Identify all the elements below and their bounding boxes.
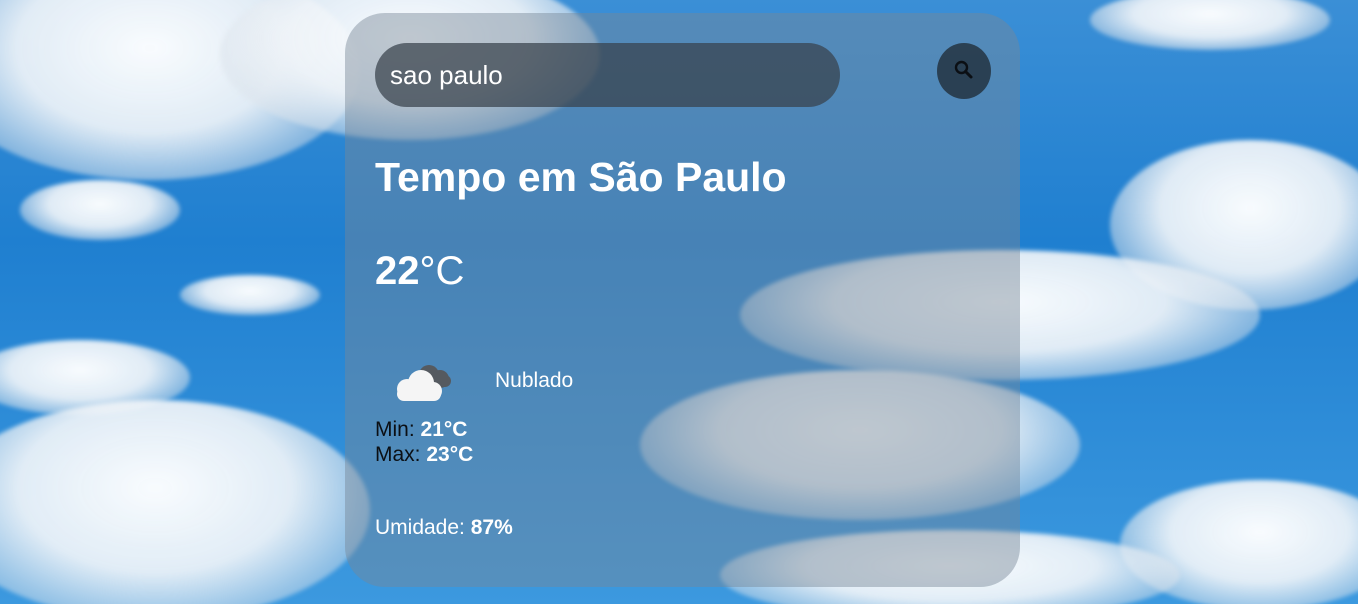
- max-value: 23°C: [426, 443, 474, 467]
- min-label: Min:: [375, 418, 415, 442]
- temperature: 22°C: [375, 251, 990, 291]
- search-icon: [953, 59, 975, 84]
- min-max: Min: 21°C Max: 23°C: [375, 417, 990, 467]
- temperature-value: 22: [375, 249, 420, 294]
- weather-description: Nublado: [495, 369, 574, 393]
- city-title: Tempo em São Paulo: [375, 154, 787, 200]
- humidity-value: 87%: [470, 515, 513, 539]
- min-temp: Min: 21°C: [375, 417, 990, 442]
- cloudy-icon: [385, 359, 455, 407]
- max-temp: Max: 23°C: [375, 442, 990, 467]
- humidity: Umidade: 87%: [375, 516, 990, 540]
- max-label: Max:: [375, 443, 421, 467]
- condition-row: Nublado: [375, 359, 990, 409]
- humidity-label: Umidade:: [375, 515, 465, 539]
- min-value: 21°C: [420, 418, 468, 442]
- search-button[interactable]: [937, 43, 991, 99]
- city-search-input[interactable]: [375, 43, 840, 107]
- temperature-unit: °C: [419, 249, 465, 294]
- search-row: [375, 43, 991, 107]
- weather-card: Tempo em São Paulo 22°C Nublado: [345, 13, 1020, 587]
